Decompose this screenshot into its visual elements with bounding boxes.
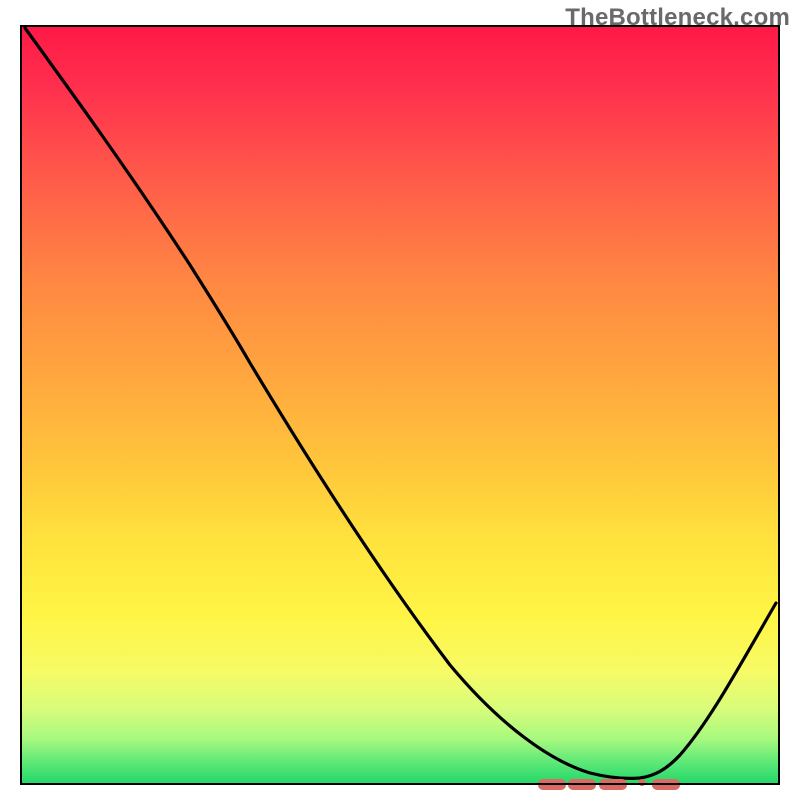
curve-svg bbox=[20, 25, 780, 785]
bottleneck-curve-path bbox=[25, 28, 776, 778]
watermark-text: TheBottleneck.com bbox=[565, 4, 790, 32]
plot-area bbox=[20, 25, 780, 785]
bottleneck-chart: TheBottleneck.com bbox=[0, 0, 800, 800]
